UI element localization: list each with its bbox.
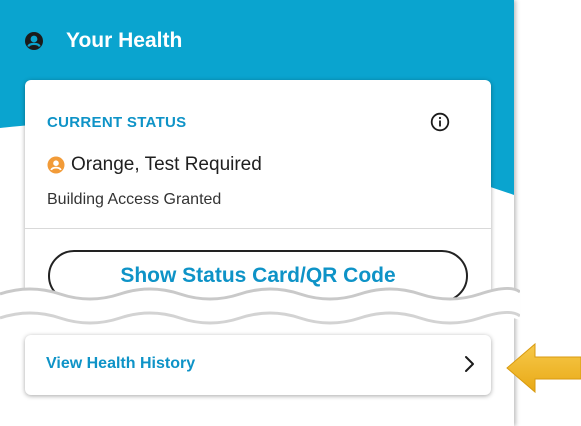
status-text: Orange, Test Required [71,154,262,175]
info-icon[interactable] [430,112,450,132]
status-row: Orange, Test Required [47,154,262,176]
current-status-heading: CURRENT STATUS [47,114,187,131]
view-health-history-label: View Health History [46,355,196,372]
chevron-right-icon [465,356,474,372]
building-access-text: Building Access Granted [47,191,222,208]
pointer-arrow-icon [506,342,581,394]
status-dot-icon [47,156,65,174]
user-circle-icon [25,32,43,50]
divider [25,228,491,229]
view-health-history-button[interactable]: View Health History [25,335,491,395]
health-screen-top: Your Health CURRENT STATUS Orange, Test … [0,0,514,312]
page-title: Your Health [66,29,183,52]
header: Your Health [24,26,182,56]
torn-edge [0,287,520,325]
